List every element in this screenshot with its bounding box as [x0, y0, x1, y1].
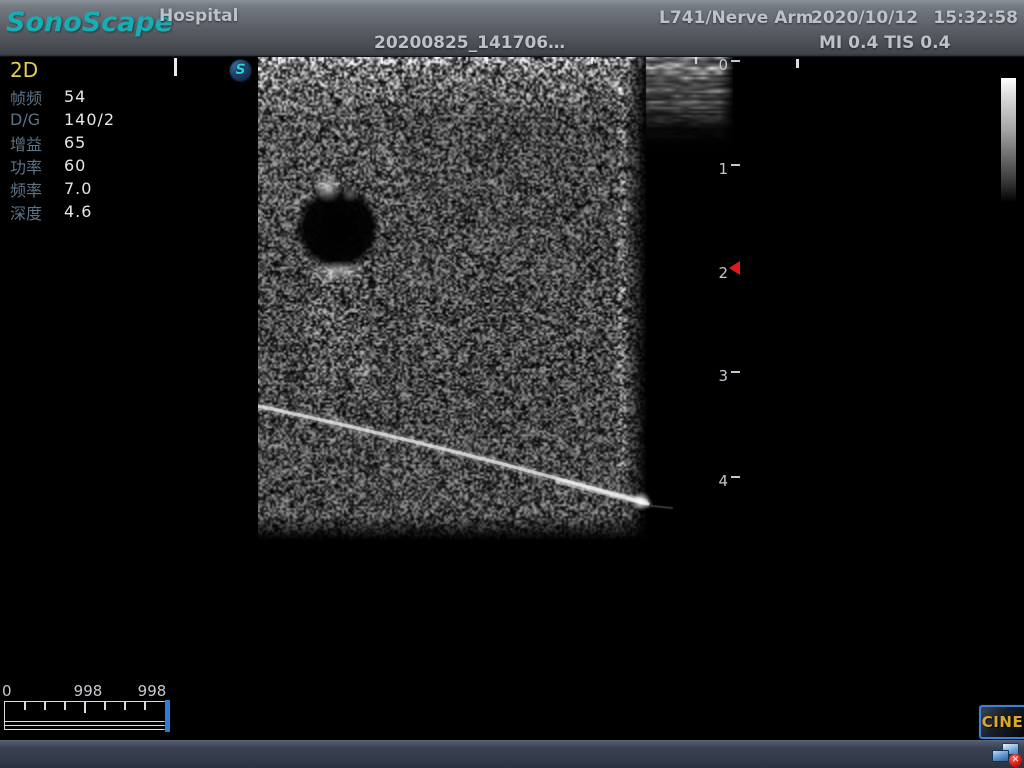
scale-top-tick: [796, 59, 799, 68]
network-disconnected-icon[interactable]: [992, 743, 1022, 767]
param-value: 4.6: [64, 202, 92, 221]
depth-mark-1: 1: [706, 162, 728, 176]
depth-tick: [731, 476, 740, 478]
cine-tick: [84, 702, 86, 713]
ultrasound-image[interactable]: [258, 57, 733, 540]
depth-mark-0: 0: [706, 58, 728, 72]
param-row-frame-rate: 帧频 54: [10, 85, 240, 108]
param-value: 7.0: [64, 179, 92, 198]
status-bar: [0, 740, 1024, 768]
top-bar: SonoScape Hospital L741/Nerve Arm 2020/1…: [0, 0, 1024, 57]
focus-position-marker[interactable]: [729, 261, 740, 275]
mi-tis-label: MI 0.4 TIS 0.4: [819, 33, 950, 53]
cine-progress-track[interactable]: [4, 701, 166, 730]
cine-tick: [64, 702, 66, 710]
param-label: 增益: [10, 131, 64, 155]
exam-id-label: 20200825_141706…: [374, 33, 565, 53]
param-label: 深度: [10, 200, 64, 224]
ultrasound-main-screen: SonoScape Hospital L741/Nerve Arm 2020/1…: [0, 0, 1024, 768]
cine-button[interactable]: CINE: [979, 705, 1024, 739]
param-value: 54: [64, 87, 86, 106]
probe-orientation-icon: S: [229, 59, 252, 82]
param-value: 65: [64, 133, 86, 152]
active-control-cursor: [174, 58, 177, 76]
grayscale-map-bar: [1001, 78, 1016, 202]
cine-start-frame: 0: [2, 682, 12, 700]
monitor-front-icon: [992, 750, 1009, 762]
date-label: 2020/10/12: [811, 8, 918, 28]
probe-preset-label: L741/Nerve Arm: [659, 8, 813, 28]
hospital-name: Hospital: [159, 6, 238, 26]
depth-mark-3: 3: [706, 369, 728, 383]
depth-tick: [731, 371, 740, 373]
param-label: 频率: [10, 177, 64, 201]
cine-tick: [44, 702, 46, 710]
mode-indicator: 2D: [10, 58, 240, 85]
depth-mark-2: 2: [706, 266, 728, 280]
param-row-frequency: 频率 7.0: [10, 177, 240, 200]
disconnected-x-badge: [1009, 754, 1022, 767]
param-row-gain: 增益 65: [10, 131, 240, 154]
param-value: 60: [64, 156, 86, 175]
param-row-power: 功率 60: [10, 154, 240, 177]
depth-tick: [731, 164, 740, 166]
cine-current-frame: 998: [67, 682, 109, 700]
param-label: 帧频: [10, 85, 64, 109]
cine-tick: [124, 702, 126, 710]
depth-mark-4: 4: [706, 474, 728, 488]
depth-tick: [731, 60, 740, 62]
param-row-dg: D/G 140/2: [10, 108, 240, 131]
parameter-panel: 2D 帧频 54 D/G 140/2 增益 65 功率 60 频率 7.0 深度…: [10, 58, 240, 223]
cine-tick: [24, 702, 26, 710]
cine-tick: [144, 702, 146, 710]
cine-position-marker[interactable]: [165, 700, 170, 732]
cine-total-frames: 998: [131, 682, 173, 700]
param-label: D/G: [10, 110, 64, 129]
cine-track-line: [5, 725, 165, 726]
sonoscape-logo: SonoScape: [6, 7, 173, 38]
param-label: 功率: [10, 154, 64, 178]
time-label: 15:32:58: [933, 8, 1018, 28]
cine-tick: [104, 702, 106, 710]
param-row-depth: 深度 4.6: [10, 200, 240, 223]
param-value: 140/2: [64, 110, 115, 129]
cine-track-line: [5, 721, 165, 722]
